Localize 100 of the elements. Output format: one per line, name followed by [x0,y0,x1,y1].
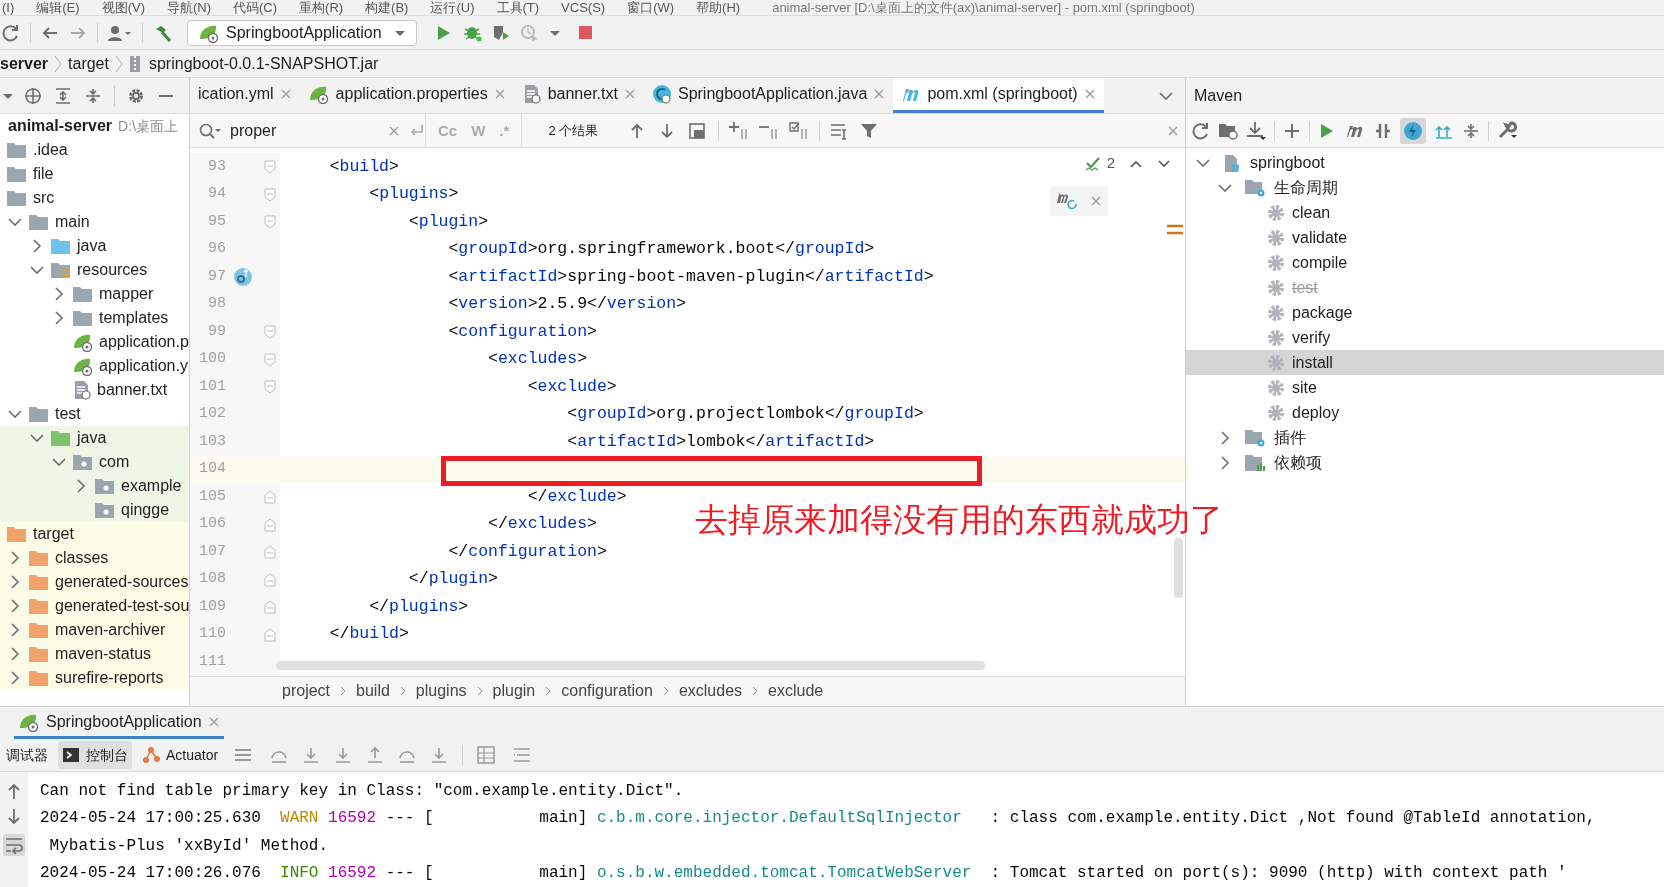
user-dropdown-icon[interactable] [108,23,132,42]
stop-icon[interactable] [576,24,594,41]
tree-item-label[interactable]: springboot [1250,150,1325,175]
fold-marker-icon[interactable] [264,380,276,395]
breadcrumb-item[interactable]: build [356,679,390,704]
fold-end-marker-icon[interactable] [264,545,276,560]
soft-wrap-toggle[interactable] [3,834,25,856]
editor-tab[interactable]: SpringbootApplication.java [643,78,894,114]
wrench-icon[interactable] [1497,120,1519,141]
refresh-icon[interactable] [2,23,20,42]
editor-tab[interactable]: banner.txt [513,78,644,114]
load-maven-changes-popup[interactable] [1050,186,1108,217]
tree-item-label[interactable]: 生命周期 [1274,175,1338,200]
tree-item-label[interactable]: verify [1292,325,1331,350]
force-step-into-icon[interactable] [334,746,353,765]
expand-all-icon[interactable] [54,86,72,105]
close-icon[interactable] [1083,88,1096,101]
close-icon[interactable] [873,88,886,101]
tree-item-label[interactable]: .idea [33,138,68,163]
menu-item[interactable]: 工具(T) [496,0,540,16]
fold-marker-icon[interactable] [264,215,276,230]
problem-count[interactable]: 2 [1106,152,1115,175]
download-icon[interactable] [1246,120,1266,141]
tree-item-label[interactable]: file [33,162,54,187]
add-occurrence-icon[interactable] [729,120,750,141]
tool-tab[interactable]: 调试器 [2,741,52,770]
tree-item-label[interactable]: deploy [1292,400,1340,425]
tree-item-label[interactable]: site [1292,375,1317,400]
tree-item-label[interactable]: resources [77,258,148,283]
fold-end-marker-icon[interactable] [264,627,276,642]
tree-item-label[interactable]: main [55,210,90,235]
tree-item-label[interactable]: validate [1292,225,1348,250]
tree-item-label[interactable]: application.p [99,330,189,355]
breadcrumb-item[interactable]: target [68,51,109,76]
settings-icon[interactable] [127,86,145,105]
breadcrumb-item[interactable]: springboot-0.0.1-SNAPSHOT.jar [148,51,379,76]
fold-end-marker-icon[interactable] [264,490,276,505]
menu-item[interactable]: 运行(U) [430,0,475,16]
close-icon[interactable] [493,88,506,101]
collapse-all-icon[interactable] [1462,121,1480,140]
fold-marker-icon[interactable] [264,352,276,367]
offline-mode-toggle[interactable] [1400,117,1426,144]
menu-item[interactable]: 重构(R) [299,0,344,16]
search-icon[interactable] [198,121,222,140]
tree-item-label[interactable]: templates [99,306,169,331]
breadcrumb-item[interactable]: excludes [678,679,743,704]
clear-icon[interactable] [388,124,400,137]
menu-item[interactable]: 导航(N) [166,0,211,16]
tree-item-label[interactable]: test [55,402,81,427]
tree-item-label[interactable]: 依赖项 [1274,450,1322,475]
tree-item-label[interactable]: compile [1292,250,1348,275]
fold-end-marker-icon[interactable] [264,517,276,532]
breadcrumb-item[interactable]: server [0,51,49,76]
project-root-label[interactable]: animal-server [8,114,113,139]
tree-item-label[interactable]: java [77,234,107,259]
add-icon[interactable] [1283,121,1301,140]
fold-end-marker-icon[interactable] [264,572,276,587]
run-tab[interactable]: SpringbootApplication [14,707,224,740]
menu-item[interactable]: 帮助(H) [696,0,741,16]
tree-item-label[interactable]: java [77,426,107,451]
filter-lines-icon[interactable] [830,121,849,140]
tool-tab[interactable]: Actuator [138,741,223,770]
scroll-down-icon[interactable] [5,808,23,826]
menu-item[interactable]: 窗口(W) [627,0,675,16]
close-search-icon[interactable] [1167,124,1179,137]
reload-icon[interactable] [1192,121,1210,140]
select-all-icon[interactable] [688,121,707,140]
menu-item[interactable]: VCS(S) [561,0,606,16]
tree-item-label[interactable]: clean [1292,200,1331,225]
tree-item-label[interactable]: package [1292,300,1353,325]
run-configuration-dropdown[interactable]: SpringbootApplication [187,19,417,46]
menu-item[interactable]: 构建(B) [365,0,409,16]
fold-marker-icon[interactable] [264,187,276,202]
step-into-icon[interactable] [302,746,321,765]
coverage-icon[interactable] [491,23,510,42]
breadcrumb-item[interactable]: configuration [561,679,653,704]
tree-item-label[interactable]: mapper [99,282,154,307]
filter-icon[interactable] [860,121,879,140]
vertical-scrollbar[interactable] [1174,538,1183,599]
close-icon[interactable] [207,715,220,728]
close-icon[interactable] [279,88,292,101]
tree-item-label[interactable]: application.y [99,354,188,379]
select-occurrences-icon[interactable] [789,120,810,141]
breadcrumb-item[interactable]: project [282,679,331,704]
collapse-all-icon[interactable] [84,86,102,105]
editor-tab[interactable]: application.properties [299,78,514,114]
horizontal-scrollbar[interactable] [276,660,985,670]
fold-marker-icon[interactable] [264,325,276,340]
close-icon[interactable] [623,88,636,101]
search-field[interactable]: proper [230,118,380,143]
editor-tab[interactable]: ication.yml [190,78,300,114]
tool-tab[interactable]: 控制台 [58,741,132,770]
fold-end-marker-icon[interactable] [264,600,276,615]
override-marker-icon[interactable] [233,267,253,288]
breadcrumb-item[interactable]: plugins [415,679,467,704]
menu-item[interactable]: 代码(C) [233,0,278,16]
tree-item-label[interactable]: 插件 [1274,425,1306,450]
editor-tab[interactable]: pom.xml (springboot) [893,78,1104,114]
locate-target-icon[interactable] [24,86,42,105]
menu-item[interactable]: 编辑(E) [36,0,80,16]
